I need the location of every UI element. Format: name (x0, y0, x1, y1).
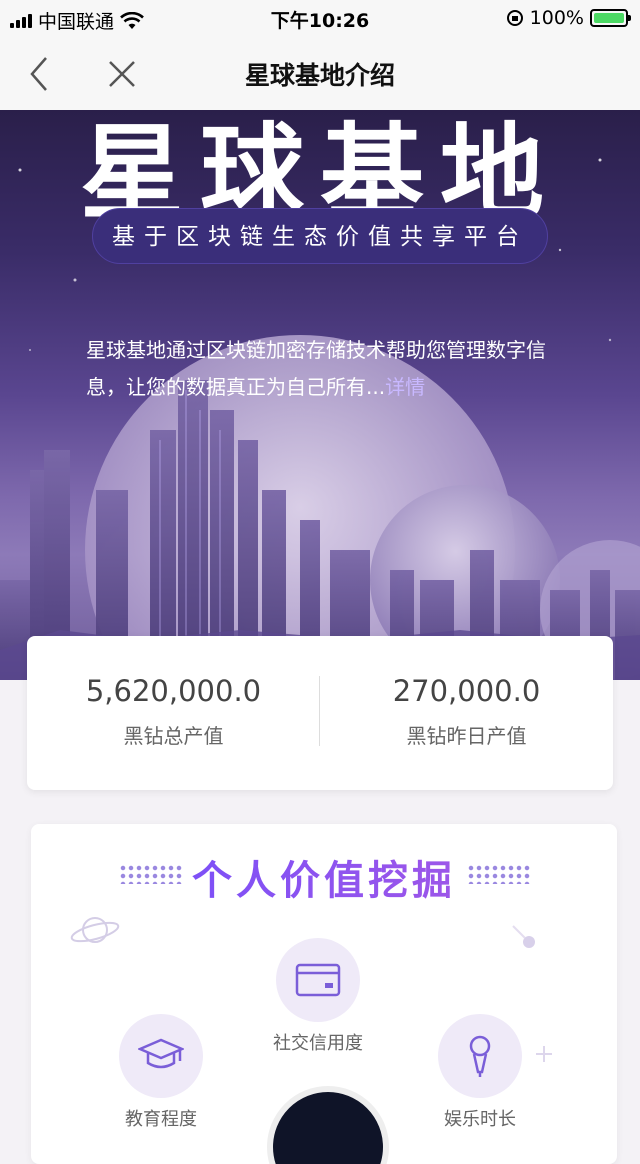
nav-bar: 星球基地介绍 (0, 36, 640, 111)
entertainment-button[interactable] (438, 1014, 522, 1098)
close-button[interactable] (102, 54, 142, 94)
value-section: 个人价值挖掘 社交信用度 教育程度 娱乐时长 (31, 824, 617, 1164)
meteor-icon (512, 925, 535, 948)
dots-decoration-right (467, 864, 531, 884)
stat-yesterday: 270,000.0 黑钻昨日产值 (320, 674, 613, 749)
astronaut-avatar (267, 1086, 389, 1164)
entertainment-label: 娱乐时长 (444, 1109, 516, 1130)
microphone-icon (469, 1035, 491, 1077)
graduation-cap-icon (138, 1038, 184, 1069)
page-title: 星球基地介绍 (244, 61, 395, 90)
yesterday-label: 黑钻昨日产值 (406, 724, 527, 748)
close-icon (109, 61, 135, 87)
hero-description: 星球基地通过区块链加密存储技术帮助您管理数字信息，让您的数据真正为自己所有...… (86, 332, 566, 406)
back-button[interactable] (22, 54, 62, 94)
battery-percent: 100% (529, 7, 584, 29)
status-bar: 中国联通 下午10:26 100% (0, 0, 640, 36)
yesterday-value: 270,000.0 (392, 674, 541, 708)
hero-subtitle: 基于区块链生态价值共享平台 (92, 208, 548, 264)
orientation-lock-icon (506, 10, 523, 26)
education-label: 教育程度 (125, 1109, 197, 1130)
education-button[interactable] (119, 1014, 203, 1098)
social-credit-label: 社交信用度 (273, 1033, 363, 1054)
social-credit-button[interactable] (276, 938, 360, 1022)
total-label: 黑钻总产值 (123, 724, 224, 748)
status-right: 100% (506, 7, 631, 29)
stats-card: 5,620,000.0 黑钻总产值 270,000.0 黑钻昨日产值 (27, 636, 613, 790)
card-icon (295, 963, 341, 997)
signal-icon (10, 13, 32, 28)
battery-icon (590, 9, 631, 27)
stat-total: 5,620,000.0 黑钻总产值 (27, 674, 320, 749)
wifi-icon (120, 11, 144, 29)
hero-description-text: 星球基地通过区块链加密存储技术帮助您管理数字信息，让您的数据真正为自己所有... (86, 338, 546, 399)
hero-banner: 星球基地 基于区块链生态价值共享平台 星球基地通过区块链加密存储技术帮助您管理数… (0, 110, 640, 680)
planet-icon (70, 917, 120, 943)
carrier-label: 中国联通 (38, 11, 115, 33)
chevron-left-icon (30, 57, 47, 91)
total-value: 5,620,000.0 (85, 674, 262, 708)
sparkle-icon (536, 1046, 552, 1062)
details-link[interactable]: 详情 (385, 375, 425, 399)
status-left: 中国联通 (10, 7, 144, 34)
battery-fill (594, 13, 624, 23)
